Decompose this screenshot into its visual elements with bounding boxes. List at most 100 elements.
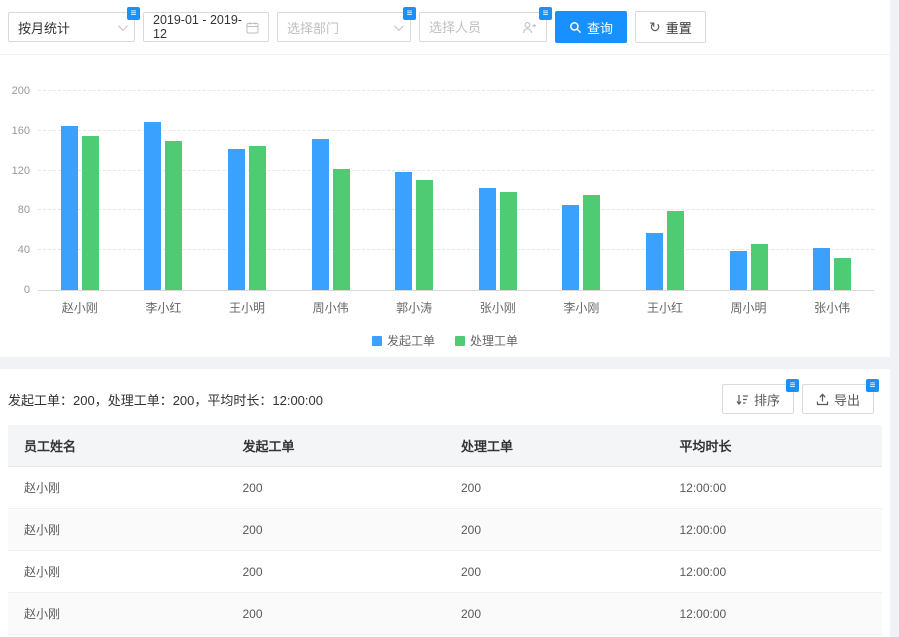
bar-pair [562, 91, 600, 290]
x-axis-label: 张小刚 [480, 299, 516, 316]
bar-发起工单[interactable] [228, 149, 245, 290]
table-header-cell: 处理工单 [445, 425, 664, 467]
bar-group: 周小明 [707, 91, 791, 290]
table-cell: 12:00:00 [664, 467, 883, 509]
bar-发起工单[interactable] [61, 126, 78, 290]
table-header-cell: 平均时长 [664, 425, 883, 467]
summary-actions: 排序 ≡ 导出 ≡ [722, 384, 874, 414]
bar-处理工单[interactable] [667, 211, 684, 290]
x-axis-label: 赵小刚 [62, 299, 98, 316]
bar-发起工单[interactable] [562, 205, 579, 290]
filter-and-chart-card: 按月统计 ≡ 2019-01 - 2019-12 选择部门 [0, 0, 890, 357]
export-icon [816, 393, 829, 406]
person-input[interactable] [429, 20, 521, 35]
x-axis-label: 李小红 [145, 299, 181, 316]
table-cell: 200 [445, 593, 664, 635]
bar-group: 张小伟 [790, 91, 874, 290]
component-badge-icon[interactable]: ≡ [539, 7, 552, 20]
bar-group: 郭小涛 [372, 91, 456, 290]
query-button[interactable]: 查询 [555, 11, 627, 43]
legend-item[interactable]: 发起工单 [372, 332, 435, 349]
bar-发起工单[interactable] [479, 188, 496, 290]
sort-button-label: 排序 [754, 390, 780, 409]
bar-pair [228, 91, 266, 290]
bar-处理工单[interactable] [834, 258, 851, 290]
legend-label: 处理工单 [470, 332, 518, 349]
stats-table: 员工姓名发起工单处理工单平均时长 赵小刚20020012:00:00赵小刚200… [8, 425, 882, 635]
y-axis-tick-label: 80 [2, 204, 30, 216]
y-axis-tick-label: 160 [2, 125, 30, 137]
bar-发起工单[interactable] [646, 233, 663, 290]
reset-button[interactable]: ↻ 重置 [635, 11, 706, 43]
y-axis-tick-label: 40 [2, 244, 30, 256]
calendar-icon [246, 21, 259, 34]
component-badge-icon[interactable]: ≡ [786, 379, 799, 392]
bar-pair [646, 91, 684, 290]
chevron-down-icon [394, 21, 404, 31]
bar-处理工单[interactable] [165, 141, 182, 290]
sort-button[interactable]: 排序 ≡ [722, 384, 794, 414]
table-cell: 200 [445, 467, 664, 509]
bar-处理工单[interactable] [82, 136, 99, 290]
table-body: 赵小刚20020012:00:00赵小刚20020012:00:00赵小刚200… [8, 467, 882, 635]
bar-pair [479, 91, 517, 290]
bar-group: 王小红 [623, 91, 707, 290]
export-button-label: 导出 [834, 390, 860, 409]
component-badge-icon[interactable]: ≡ [866, 379, 879, 392]
bar-发起工单[interactable] [395, 172, 412, 290]
bar-处理工单[interactable] [249, 146, 266, 290]
bar-pair [312, 91, 350, 290]
bar-处理工单[interactable] [583, 195, 600, 290]
bar-group: 李小刚 [540, 91, 624, 290]
summary-row: 发起工单：200，处理工单：200，平均时长：12:00:00 排序 ≡ [0, 369, 890, 425]
component-badge-icon[interactable]: ≡ [403, 7, 416, 20]
bar-发起工单[interactable] [144, 122, 161, 290]
x-axis-label: 王小红 [647, 299, 683, 316]
date-range-picker[interactable]: 2019-01 - 2019-12 [143, 12, 269, 42]
stat-type-select[interactable]: 按月统计 ≡ [8, 12, 135, 42]
department-select[interactable]: 选择部门 ≡ [277, 12, 411, 42]
bar-发起工单[interactable] [312, 139, 329, 290]
bar-group: 李小红 [122, 91, 206, 290]
table-card: 发起工单：200，处理工单：200，平均时长：12:00:00 排序 ≡ [0, 369, 890, 637]
legend-swatch [372, 336, 382, 346]
bar-发起工单[interactable] [813, 248, 830, 290]
table-cell: 12:00:00 [664, 509, 883, 551]
bar-发起工单[interactable] [730, 251, 747, 290]
bar-处理工单[interactable] [500, 192, 517, 291]
x-axis-label: 周小伟 [313, 299, 349, 316]
bar-groups: 赵小刚李小红王小明周小伟郭小涛张小刚李小刚王小红周小明张小伟 [38, 91, 874, 290]
table-cell: 200 [445, 551, 664, 593]
query-button-label: 查询 [587, 18, 613, 37]
search-icon [569, 21, 582, 34]
table-row: 赵小刚20020012:00:00 [8, 467, 882, 509]
date-range-value: 2019-01 - 2019-12 [153, 13, 246, 41]
table-row: 赵小刚20020012:00:00 [8, 551, 882, 593]
bar-处理工单[interactable] [751, 244, 768, 290]
summary-text: 发起工单：200，处理工单：200，平均时长：12:00:00 [8, 390, 323, 409]
bar-处理工单[interactable] [416, 180, 433, 290]
add-user-icon [522, 21, 537, 34]
x-axis-label: 王小明 [229, 299, 265, 316]
legend-item[interactable]: 处理工单 [455, 332, 518, 349]
bar-group: 赵小刚 [38, 91, 122, 290]
export-button[interactable]: 导出 ≡ [802, 384, 874, 414]
table-header: 员工姓名发起工单处理工单平均时长 [8, 425, 882, 467]
component-badge-icon[interactable]: ≡ [127, 7, 140, 20]
department-placeholder: 选择部门 [287, 18, 388, 37]
table-cell: 赵小刚 [8, 593, 227, 635]
refresh-icon: ↻ [649, 20, 661, 34]
reset-button-label: 重置 [666, 18, 692, 37]
bar-pair [395, 91, 433, 290]
y-axis-tick-label: 0 [2, 284, 30, 296]
sort-icon [736, 393, 749, 406]
table-cell: 赵小刚 [8, 509, 227, 551]
table-cell: 200 [227, 509, 446, 551]
legend-label: 发起工单 [387, 332, 435, 349]
x-axis-label: 周小明 [731, 299, 767, 316]
x-axis-label: 李小刚 [563, 299, 599, 316]
page: 按月统计 ≡ 2019-01 - 2019-12 选择部门 [0, 0, 899, 637]
bar-pair [730, 91, 768, 290]
bar-处理工单[interactable] [333, 169, 350, 290]
chevron-down-icon [118, 21, 128, 31]
